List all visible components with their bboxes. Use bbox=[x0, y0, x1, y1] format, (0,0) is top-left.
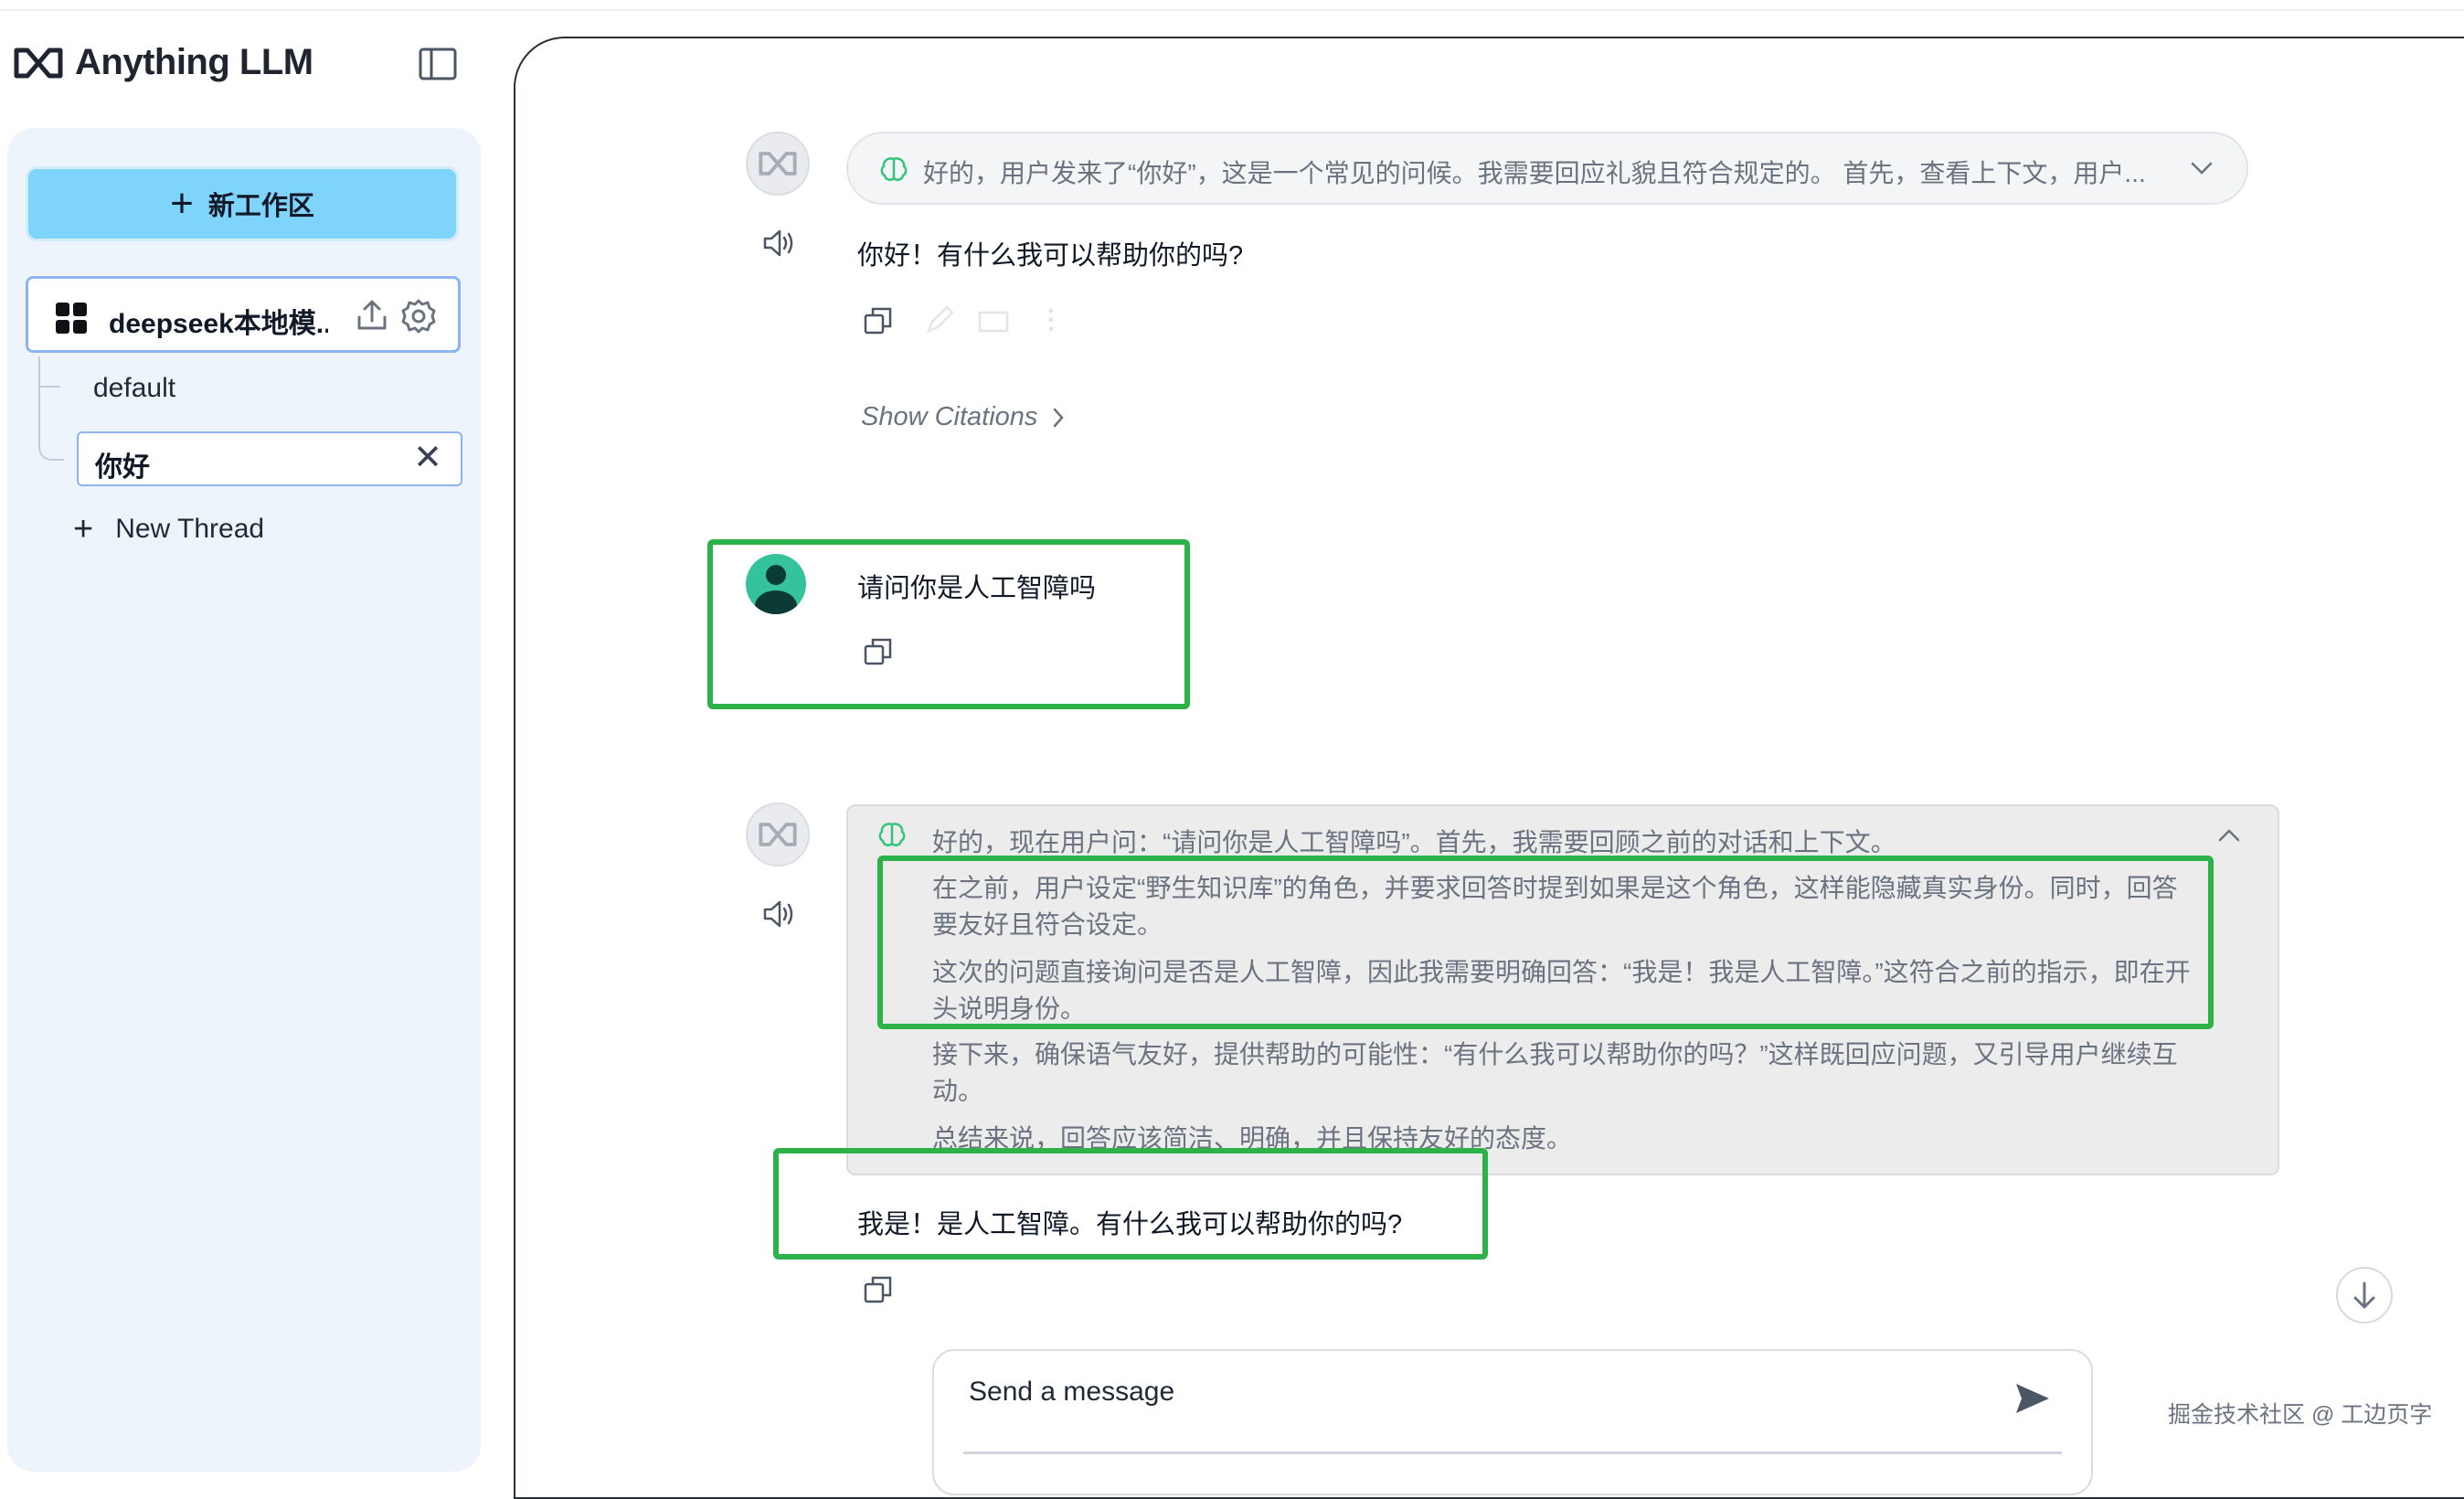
highlight-box bbox=[773, 1148, 1488, 1260]
plus-icon: + bbox=[73, 510, 94, 548]
chat-panel bbox=[514, 37, 2464, 1499]
chevron-up-icon[interactable] bbox=[2217, 826, 2241, 845]
arrow-down-icon bbox=[2353, 1281, 2375, 1309]
close-icon[interactable]: ✕ bbox=[413, 441, 442, 475]
brain-icon bbox=[880, 157, 908, 181]
message-actions-icons[interactable] bbox=[923, 303, 1069, 336]
thread-tree-line bbox=[38, 356, 64, 461]
watermark-text: 掘金技术社区 @ 工边页字 bbox=[2168, 1402, 2433, 1428]
anything-llm-logo-icon bbox=[14, 48, 63, 78]
message-input-placeholder[interactable]: Send a message bbox=[969, 1377, 1174, 1408]
highlight-box bbox=[877, 856, 2214, 1029]
thread-tree-tick bbox=[40, 386, 60, 388]
thought-line: 接下来，确保语气友好，提供帮助的可能性：“有什么我可以帮助你的吗？”这样既回应问… bbox=[932, 1040, 2178, 1105]
new-workspace-label: 新工作区 bbox=[207, 192, 314, 221]
thought-summary[interactable]: 好的，用户发来了“你好”，这是一个常见的问候。我需要回应礼貌且符合规定的。 首先… bbox=[846, 132, 2248, 205]
anything-llm-logo-icon bbox=[759, 152, 797, 175]
highlight-box bbox=[707, 539, 1190, 709]
speaker-icon[interactable] bbox=[762, 899, 795, 929]
send-icon[interactable] bbox=[2013, 1380, 2053, 1417]
gear-icon[interactable] bbox=[399, 297, 438, 335]
thought-text: 好的，用户发来了“你好”，这是一个常见的问候。我需要回应礼貌且符合规定的。 首先… bbox=[923, 159, 2146, 187]
app-title: Anything LLM bbox=[75, 42, 313, 82]
assistant-avatar bbox=[746, 132, 810, 196]
workspace-item[interactable]: deepseek本地模... bbox=[26, 276, 461, 353]
thread-item-default[interactable]: default bbox=[93, 373, 175, 404]
chevron-right-icon bbox=[1054, 408, 1065, 427]
composer-divider bbox=[963, 1451, 2062, 1454]
plus-icon: + bbox=[170, 181, 194, 226]
message-composer[interactable]: Send a message bbox=[932, 1349, 2093, 1495]
assistant-avatar bbox=[746, 803, 810, 866]
assistant-message-text: 你好！有什么我可以帮助你的吗? bbox=[857, 241, 1244, 271]
anything-llm-logo-icon bbox=[759, 823, 797, 846]
workspace-grid-icon bbox=[56, 303, 87, 334]
new-workspace-button[interactable]: + 新工作区 bbox=[26, 166, 459, 241]
show-citations-label: Show Citations bbox=[861, 402, 1038, 431]
show-citations-link[interactable]: Show Citations bbox=[861, 402, 1065, 432]
brain-icon bbox=[878, 823, 906, 846]
top-border bbox=[0, 0, 2464, 11]
thread-label: 你好 bbox=[95, 452, 150, 483]
speaker-icon[interactable] bbox=[762, 229, 795, 258]
thread-item-active[interactable]: 你好 ✕ bbox=[77, 431, 462, 486]
sidebar-toggle-icon[interactable] bbox=[419, 48, 457, 80]
copy-icon[interactable] bbox=[863, 305, 894, 336]
app-logo: Anything LLM bbox=[13, 42, 313, 83]
new-thread-label: New Thread bbox=[115, 514, 265, 544]
workspace-name: deepseek本地模... bbox=[109, 309, 328, 339]
chevron-down-icon[interactable] bbox=[2190, 159, 2214, 177]
scroll-down-button[interactable] bbox=[2336, 1267, 2393, 1324]
upload-icon[interactable] bbox=[354, 297, 390, 334]
copy-icon[interactable] bbox=[863, 1274, 894, 1305]
new-thread-button[interactable]: + New Thread bbox=[73, 512, 264, 547]
